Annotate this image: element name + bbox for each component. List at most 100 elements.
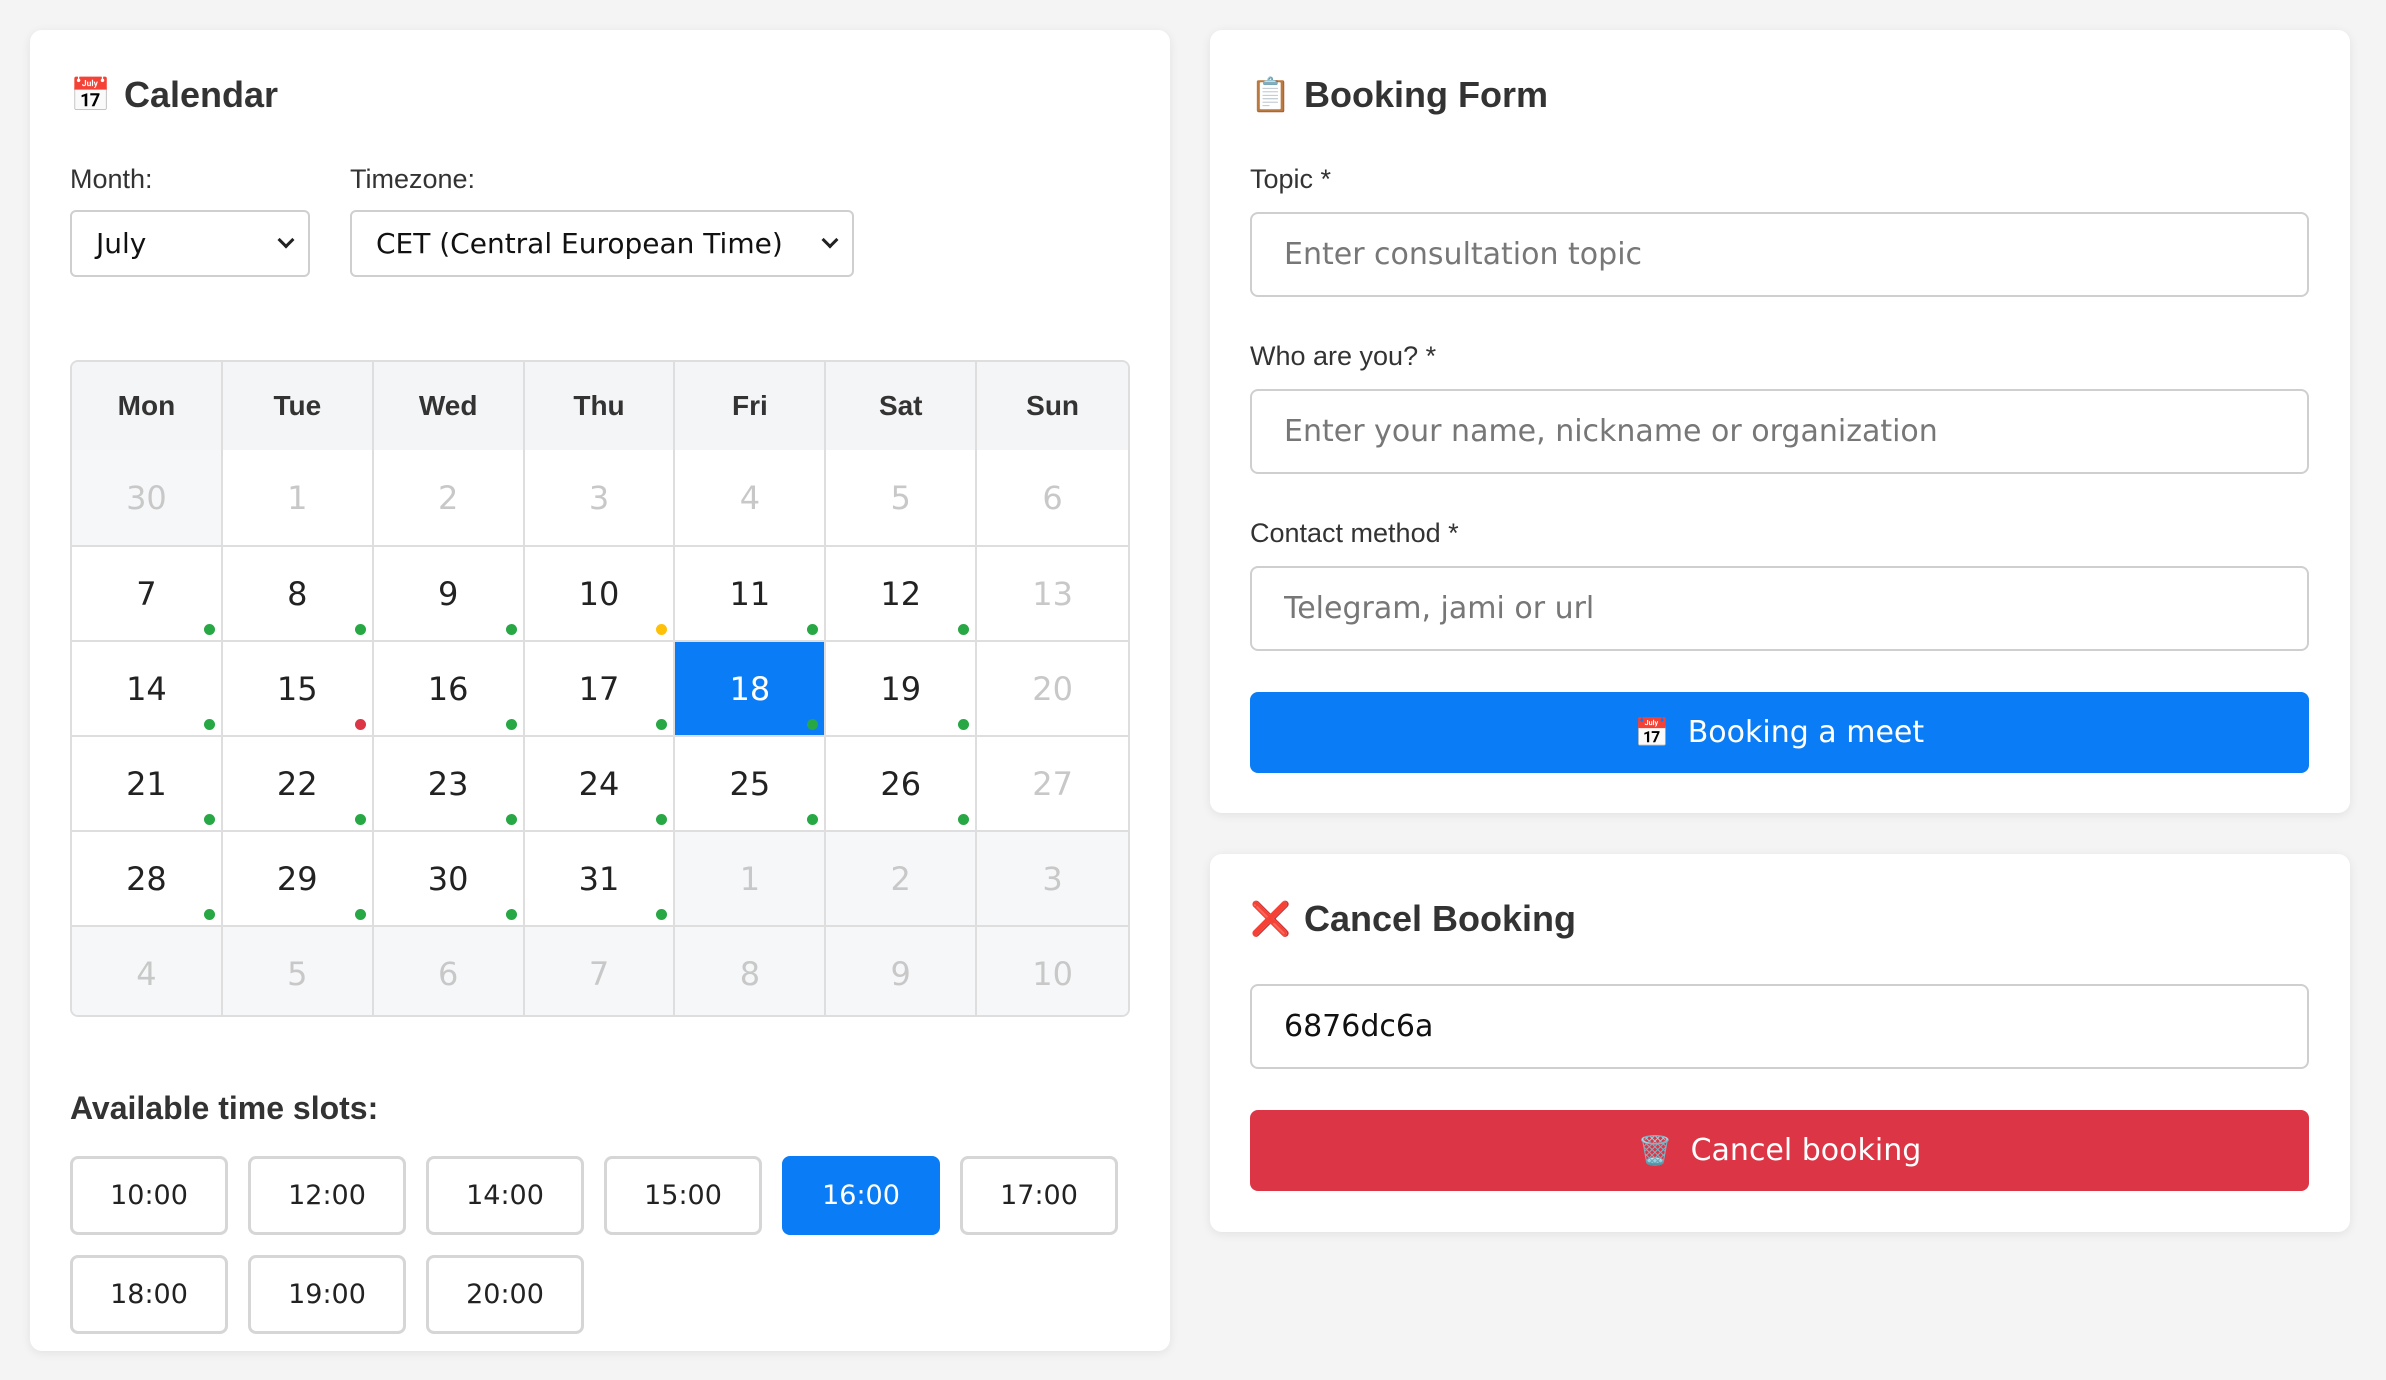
calendar-day-number: 26 — [880, 764, 922, 803]
time-slot-button[interactable]: 15:00 — [604, 1156, 762, 1235]
contact-input[interactable] — [1250, 566, 2309, 651]
booking-id-input[interactable] — [1250, 984, 2309, 1069]
time-slot-button[interactable]: 17:00 — [960, 1156, 1118, 1235]
availability-dot — [807, 624, 819, 635]
calendar-day: 3 — [524, 450, 676, 545]
weekday-header: Mon Tue Wed Thu Fri Sat Sun — [72, 362, 1128, 450]
timezone-select[interactable]: CET (Central European Time) — [350, 210, 854, 277]
time-slot-button[interactable]: 19:00 — [248, 1255, 406, 1334]
chevron-down-icon — [821, 231, 839, 249]
cancel-booking-button[interactable]: 🗑️ Cancel booking — [1250, 1110, 2309, 1191]
calendar-day-number: 2 — [437, 478, 459, 517]
calendar-day[interactable]: 17 — [524, 642, 676, 735]
calendar-day[interactable]: 16 — [373, 642, 525, 735]
availability-dot — [203, 624, 215, 635]
weekday-label: Wed — [374, 362, 525, 450]
calendar-day: 2 — [826, 832, 978, 925]
calendar-day[interactable]: 28 — [72, 832, 223, 925]
calendar-day: 4 — [72, 927, 223, 1015]
availability-dot — [354, 814, 366, 825]
availability-dot — [958, 814, 970, 825]
calendar-day-number: 13 — [1032, 574, 1073, 613]
calendar-day[interactable]: 19 — [826, 642, 978, 735]
availability-dot — [807, 719, 819, 730]
calendar-day-selected[interactable]: 18 — [675, 642, 827, 735]
calendar-day: 9 — [826, 927, 978, 1015]
calendar-day-number: 19 — [880, 669, 922, 708]
calendar-day[interactable]: 10 — [524, 547, 676, 640]
calendar-day: 5 — [222, 927, 374, 1015]
calendar-day-number: 21 — [126, 764, 167, 803]
calendar-day-number: 15 — [276, 669, 318, 708]
time-slot-button[interactable]: 12:00 — [248, 1156, 406, 1235]
availability-dot — [656, 909, 668, 920]
month-select[interactable]: July — [70, 210, 310, 277]
calendar-day[interactable]: 26 — [826, 737, 978, 830]
calendar-title: 📅 Calendar — [70, 74, 278, 116]
weekday-label: Sun — [1026, 390, 1080, 421]
availability-dot — [203, 909, 215, 920]
topic-input[interactable] — [1250, 212, 2309, 297]
calendar-day[interactable]: 30 — [373, 832, 525, 925]
calendar-day[interactable]: 25 — [675, 737, 827, 830]
calendar-day[interactable]: 9 — [373, 547, 525, 640]
weekday-label: Thu — [525, 362, 676, 450]
calendar-icon: 📅 — [1634, 716, 1670, 749]
time-slot-button[interactable]: 14:00 — [426, 1156, 584, 1235]
calendar-day[interactable]: 14 — [72, 642, 223, 735]
booking-form-title-text: Booking Form — [1304, 74, 1548, 115]
calendar-day[interactable]: 15 — [222, 642, 374, 735]
calendar-day: 20 — [977, 642, 1128, 735]
calendar-day: 30 — [72, 450, 223, 545]
calendar-day-number: 11 — [729, 574, 771, 613]
calendar-week-row: 4 5 6 7 8 9 10 — [72, 925, 1128, 1015]
calendar-day[interactable]: 22 — [222, 737, 374, 830]
time-slot-button[interactable]: 10:00 — [70, 1156, 228, 1235]
calendar-day[interactable]: 8 — [222, 547, 374, 640]
availability-dot — [354, 909, 366, 920]
calendar-day-number: 12 — [880, 574, 922, 613]
calendar-day-number: 7 — [588, 954, 610, 993]
trash-icon: 🗑️ — [1637, 1134, 1673, 1167]
time-slot-button[interactable]: 18:00 — [70, 1255, 228, 1334]
calendar-week-row: 21 22 23 24 25 26 27 — [72, 735, 1128, 830]
calendar-weeks: 30 1 2 3 4 5 6 7 8 9 10 11 12 13 14 15 16 17 18 19 20 21 22 23 2… — [72, 450, 1128, 1015]
availability-dot — [656, 624, 668, 635]
calendar-day-number: 6 — [1042, 478, 1063, 517]
calendar-day-number: 22 — [276, 764, 318, 803]
who-input[interactable] — [1250, 389, 2309, 474]
availability-dot — [958, 719, 970, 730]
calendar-day-number: 4 — [739, 478, 761, 517]
calendar-day: 2 — [373, 450, 525, 545]
calendar-day[interactable]: 21 — [72, 737, 223, 830]
availability-dot — [958, 624, 970, 635]
calendar-day-number: 7 — [136, 574, 157, 613]
calendar-day[interactable]: 11 — [675, 547, 827, 640]
calendar-panel: 📅 Calendar Month: July Timezone: CET (Ce… — [30, 30, 1170, 1351]
time-slot-button[interactable]: 20:00 — [426, 1255, 584, 1334]
calendar-day: 6 — [977, 450, 1128, 545]
calendar-week-row: 30 1 2 3 4 5 6 — [72, 450, 1128, 545]
availability-dot — [203, 719, 215, 730]
cancel-booking-title: ❌ Cancel Booking — [1250, 898, 1576, 940]
calendar-day-number: 31 — [578, 859, 620, 898]
calendar-day-number: 30 — [427, 859, 469, 898]
calendar-day-number: 1 — [739, 859, 761, 898]
calendar-day[interactable]: 7 — [72, 547, 223, 640]
book-meet-button[interactable]: 📅 Booking a meet — [1250, 692, 2309, 773]
calendar-day[interactable]: 12 — [826, 547, 978, 640]
calendar-day: 1 — [222, 450, 374, 545]
calendar-day-number: 10 — [578, 574, 620, 613]
calendar-day-number: 2 — [890, 859, 911, 898]
calendar-day[interactable]: 29 — [222, 832, 374, 925]
time-slot-button[interactable]: 16:00 — [782, 1156, 940, 1235]
calendar-week-row: 7 8 9 10 11 12 13 — [72, 545, 1128, 640]
calendar-day-number: 8 — [739, 954, 761, 993]
calendar-day-number: 3 — [588, 478, 610, 517]
calendar-day[interactable]: 24 — [524, 737, 676, 830]
calendar-day: 8 — [675, 927, 827, 1015]
calendar-day[interactable]: 31 — [524, 832, 676, 925]
availability-dot — [505, 624, 517, 635]
availability-dot — [505, 909, 517, 920]
calendar-day[interactable]: 23 — [373, 737, 525, 830]
